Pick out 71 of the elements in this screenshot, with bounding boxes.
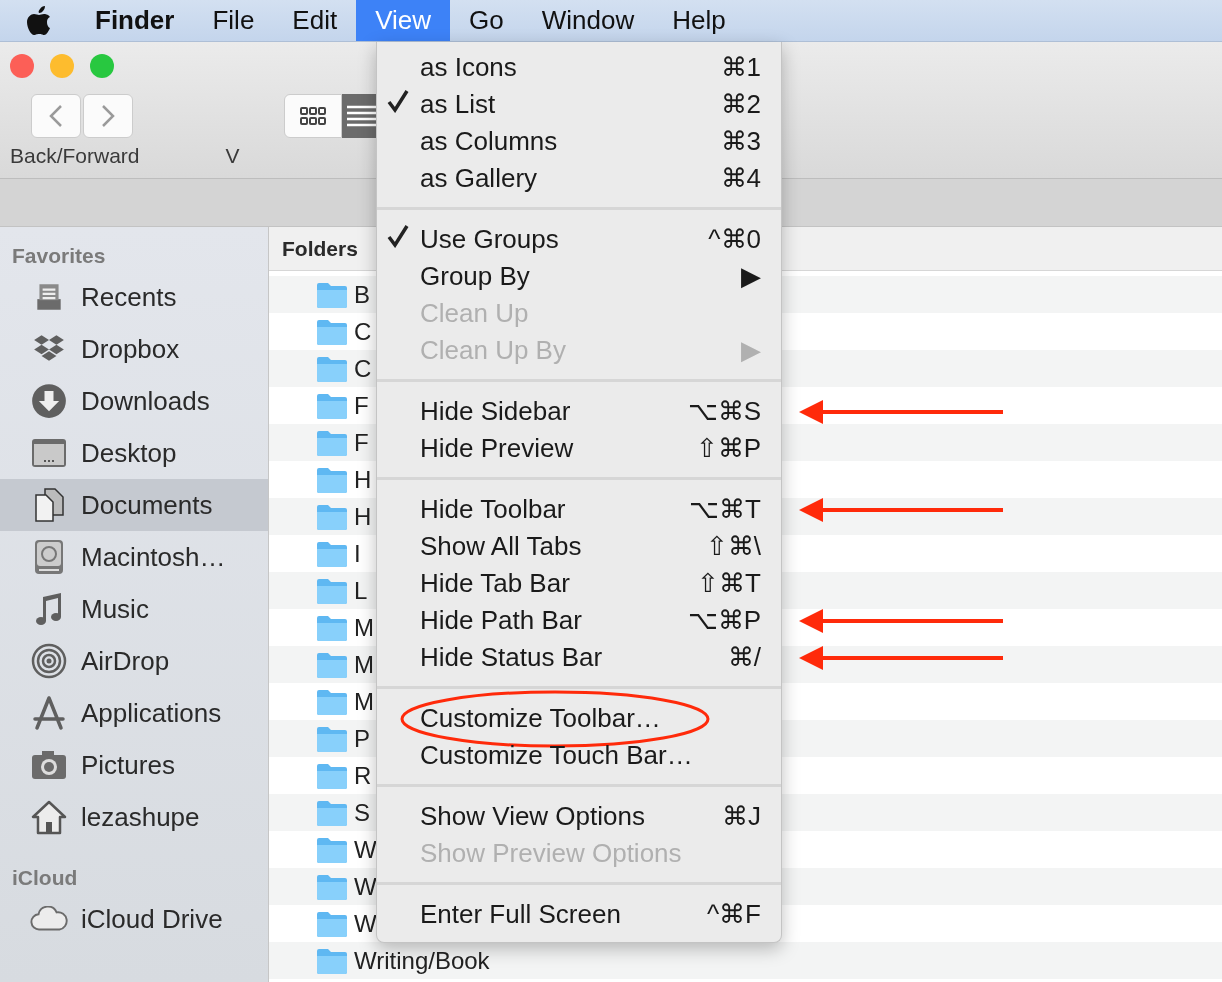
toolbar-label: Back/Forward: [10, 144, 140, 168]
shortcut: ⌘J: [721, 801, 761, 832]
sidebar-item-label: Documents: [81, 489, 213, 521]
menu-item-label: Clean Up: [420, 298, 529, 329]
menu-item-label: Customize Toolbar…: [420, 703, 661, 734]
sidebar-item-label: Macintosh…: [81, 541, 226, 573]
sidebar-item-label: Recents: [81, 281, 177, 313]
shortcut: ▶: [740, 335, 761, 366]
shortcut: ⌘/: [726, 642, 761, 673]
menu-item-label: Hide Tab Bar: [420, 568, 570, 599]
sidebar-item-label: Applications: [81, 697, 222, 729]
folder-name: C: [354, 317, 372, 346]
menu-item-label: Use Groups: [420, 224, 559, 255]
shortcut: ⌥⌘P: [686, 605, 761, 636]
folder-name: H: [354, 465, 372, 494]
menu-item-label: Hide Preview: [420, 433, 574, 464]
sidebar-item-label: iCloud Drive: [81, 903, 223, 935]
folder-name: B: [354, 280, 370, 309]
menu-item-label: Hide Toolbar: [420, 494, 566, 525]
shortcut: ⇧⌘\: [704, 531, 761, 562]
sidebar-section-title: Favorites: [11, 243, 107, 269]
shortcut: ⌥⌘T: [688, 494, 761, 525]
menu-item-label: Show Preview Options: [420, 838, 682, 869]
menu-item-label: as List: [420, 89, 496, 120]
folder-name: M: [354, 650, 374, 679]
folder-name: M: [354, 613, 374, 642]
shortcut: ⌘2: [719, 89, 761, 120]
menu-item-label: Enter Full Screen: [420, 899, 621, 930]
toolbar-label: V: [225, 144, 240, 168]
folder-name: R: [354, 761, 372, 790]
sidebar-item-label: Desktop: [81, 437, 177, 469]
folder-name: H: [354, 502, 372, 531]
menu-item-label: as Columns: [420, 126, 558, 157]
folder-name: Writing/Book: [354, 946, 490, 975]
sidebar-section-title: iCloud: [11, 865, 79, 891]
menu-item-label: Show View Options: [420, 801, 645, 832]
shortcut: ^⌘0: [707, 224, 761, 255]
menu-item-label: Hide Path Bar: [420, 605, 582, 636]
sidebar-item-label: AirDrop: [81, 645, 170, 677]
folder-name: W: [354, 835, 377, 864]
shortcut: ⌘4: [719, 163, 761, 194]
folder-name: M: [354, 687, 374, 716]
shortcut: ⌘3: [719, 126, 761, 157]
sidebar-item-label: Music: [81, 593, 149, 625]
sidebar-item-label: Pictures: [81, 749, 175, 781]
menu-item-label: as Gallery: [420, 163, 538, 194]
shortcut: ⌘1: [719, 52, 761, 83]
shortcut: ⌥⌘S: [686, 396, 761, 427]
sidebar-item-label: Downloads: [81, 385, 210, 417]
menu-item-label: Show All Tabs: [420, 531, 582, 562]
folder-name: C: [354, 354, 372, 383]
shortcut: ⇧⌘T: [696, 568, 761, 599]
menu-item-label: Clean Up By: [420, 335, 566, 366]
menu-item-label: Hide Sidebar: [420, 396, 571, 427]
shortcut: ▶: [740, 261, 761, 292]
folder-name: W: [354, 872, 377, 901]
sidebar-item-label: Dropbox: [81, 333, 180, 365]
shortcut: ^⌘F: [705, 899, 761, 930]
shortcut: ⇧⌘P: [694, 433, 761, 464]
menu-item-label: Customize Touch Bar…: [420, 740, 693, 771]
menu-item-label: Group By: [420, 261, 530, 292]
folder-name: F: [354, 428, 369, 457]
menu-item-label: as Icons: [420, 52, 517, 83]
folder-name: W: [354, 909, 377, 938]
folder-name: F: [354, 391, 369, 420]
menu-item-label: Hide Status Bar: [420, 642, 603, 673]
folder-name: S: [354, 798, 370, 827]
folder-name: L: [354, 576, 368, 605]
folder-name: I: [354, 539, 361, 568]
sidebar-item-label: lezashupe: [81, 801, 200, 833]
folder-name: P: [354, 724, 370, 753]
